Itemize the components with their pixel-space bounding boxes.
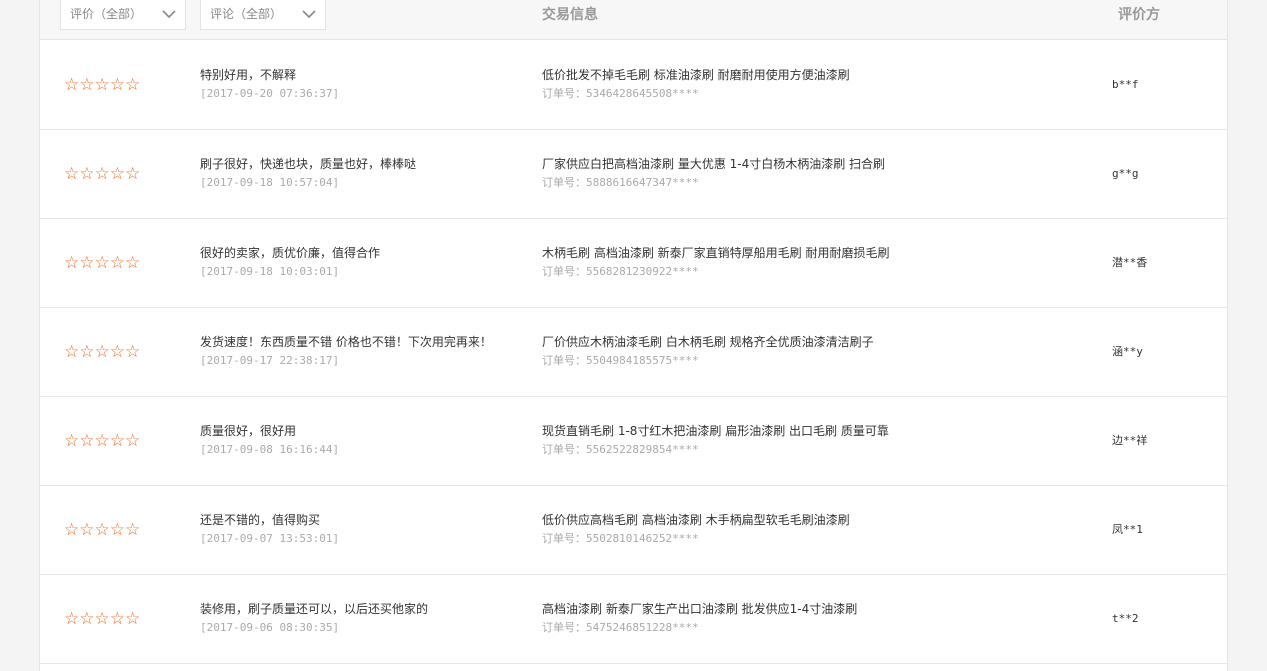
review-row: ☆☆☆☆☆ 质量很好，很好用 [2017-09-08 16:16:44] 现货直… xyxy=(40,397,1227,486)
chevron-down-icon xyxy=(162,10,176,19)
comment-filter-label: 评论（全部） xyxy=(210,7,283,21)
order-label: 订单号： xyxy=(542,265,586,278)
product-link[interactable]: 木柄毛刷 高档油漆刷 新泰厂家直销特厚船用毛刷 耐用耐磨损毛刷 xyxy=(542,245,889,261)
order-value: 5346428645508**** xyxy=(586,87,699,100)
rater-name: 边**祥 xyxy=(1112,434,1148,447)
review-date: [2017-09-18 10:57:04] xyxy=(200,176,340,189)
review-row: ☆☆☆☆☆ 特别好用，不解释 [2017-09-20 07:36:37] 低价批… xyxy=(40,41,1227,130)
order-number: 订单号：5568281230922**** xyxy=(542,264,699,280)
review-comment: 很好的卖家，质优价廉，值得合作 xyxy=(200,246,381,260)
order-value: 5502810146252**** xyxy=(586,532,699,545)
comment-filter-dropdown[interactable]: 评论（全部） xyxy=(200,0,326,30)
rating-stars: ☆☆☆☆☆ xyxy=(64,342,141,362)
reviews-panel: 评价（全部） 评论（全部） 交易信息 评价方 ☆☆☆☆☆ 特别好用，不解释 [2… xyxy=(39,0,1228,671)
rater-name: 潜**香 xyxy=(1112,256,1148,269)
product-link[interactable]: 低价批发不掉毛毛刷 标准油漆刷 耐磨耐用使用方便油漆刷 xyxy=(542,67,850,83)
rater-name: b**f xyxy=(1112,78,1139,91)
rater-column-header: 评价方 xyxy=(1118,7,1160,23)
review-comment: 质量很好，很好用 xyxy=(200,424,297,438)
review-comment: 刷子很好，快递也块，质量也好，棒棒哒 xyxy=(200,157,417,171)
review-date: [2017-09-18 10:03:01] xyxy=(200,265,340,278)
order-label: 订单号： xyxy=(542,176,586,189)
review-row: ☆☆☆☆☆ 还是不错的，值得购买 [2017-09-07 13:53:01] 低… xyxy=(40,486,1227,575)
order-label: 订单号： xyxy=(542,87,586,100)
order-number: 订单号：5502810146252**** xyxy=(542,531,699,547)
review-date: [2017-09-08 16:16:44] xyxy=(200,443,340,456)
order-value: 5888616647347**** xyxy=(586,176,699,189)
review-row: ☆☆☆☆☆ 很好的卖家，质优价廉，值得合作 [2017-09-18 10:03:… xyxy=(40,219,1227,308)
review-row: ☆☆☆☆☆ 装修用，刷子质量还可以，以后还买他家的 [2017-09-06 08… xyxy=(40,575,1227,664)
rater-name: t**2 xyxy=(1112,612,1139,625)
product-link[interactable]: 厂价供应木柄油漆毛刷 白木柄毛刷 规格齐全优质油漆清洁刷子 xyxy=(542,334,874,350)
rating-stars: ☆☆☆☆☆ xyxy=(64,520,141,540)
order-number: 订单号：5475246851228**** xyxy=(542,620,699,636)
review-comment: 装修用，刷子质量还可以，以后还买他家的 xyxy=(200,602,429,616)
order-value: 5475246851228**** xyxy=(586,621,699,634)
rating-stars: ☆☆☆☆☆ xyxy=(64,253,141,273)
order-number: 订单号：5504984185575**** xyxy=(542,353,699,369)
order-label: 订单号： xyxy=(542,354,586,367)
order-number: 订单号：5562522829854**** xyxy=(542,442,699,458)
order-label: 订单号： xyxy=(542,621,586,634)
product-link[interactable]: 高档油漆刷 新泰厂家生产出口油漆刷 批发供应1-4寸油漆刷 xyxy=(542,601,857,617)
order-label: 订单号： xyxy=(542,443,586,456)
review-date: [2017-09-06 08:30:35] xyxy=(200,621,340,634)
review-comment: 特别好用，不解释 xyxy=(200,68,297,82)
review-date: [2017-09-17 22:38:17] xyxy=(200,354,340,367)
rating-filter-label: 评价（全部） xyxy=(70,7,143,21)
review-date: [2017-09-07 13:53:01] xyxy=(200,532,340,545)
order-value: 5562522829854**** xyxy=(586,443,699,456)
rater-name: 涵**y xyxy=(1112,345,1143,358)
order-value: 5504984185575**** xyxy=(586,354,699,367)
review-comment: 还是不错的，值得购买 xyxy=(200,513,321,527)
review-comment: 发货速度！东西质量不错 价格也不错！下次用完再来！ xyxy=(200,335,492,349)
order-number: 订单号：5346428645508**** xyxy=(542,86,699,102)
rater-name: 凤**1 xyxy=(1112,523,1143,536)
chevron-down-icon xyxy=(302,10,316,19)
review-row: ☆☆☆☆☆ 刷子很好，快递也块，质量也好，棒棒哒 [2017-09-18 10:… xyxy=(40,130,1227,219)
review-date: [2017-09-20 07:36:37] xyxy=(200,87,340,100)
order-label: 订单号： xyxy=(542,532,586,545)
product-link[interactable]: 厂家供应白把高档油漆刷 量大优惠 1-4寸白杨木柄油漆刷 扫合刷 xyxy=(542,156,885,172)
product-link[interactable]: 现货直销毛刷 1-8寸红木把油漆刷 扁形油漆刷 出口毛刷 质量可靠 xyxy=(542,423,889,439)
order-value: 5568281230922**** xyxy=(586,265,699,278)
trade-info-column-header: 交易信息 xyxy=(542,7,598,23)
rating-stars: ☆☆☆☆☆ xyxy=(64,75,141,95)
order-number: 订单号：5888616647347**** xyxy=(542,175,699,191)
review-row: ☆☆☆☆☆ 发货速度！东西质量不错 价格也不错！下次用完再来！ [2017-09… xyxy=(40,308,1227,397)
rating-stars: ☆☆☆☆☆ xyxy=(64,609,141,629)
rating-stars: ☆☆☆☆☆ xyxy=(64,431,141,451)
rating-filter-dropdown[interactable]: 评价（全部） xyxy=(60,0,186,30)
product-link[interactable]: 低价供应高档毛刷 高档油漆刷 木手柄扁型软毛毛刷油漆刷 xyxy=(542,512,850,528)
table-header: 评价（全部） 评论（全部） 交易信息 评价方 xyxy=(40,0,1227,40)
rater-name: g**g xyxy=(1112,167,1139,180)
rating-stars: ☆☆☆☆☆ xyxy=(64,164,141,184)
